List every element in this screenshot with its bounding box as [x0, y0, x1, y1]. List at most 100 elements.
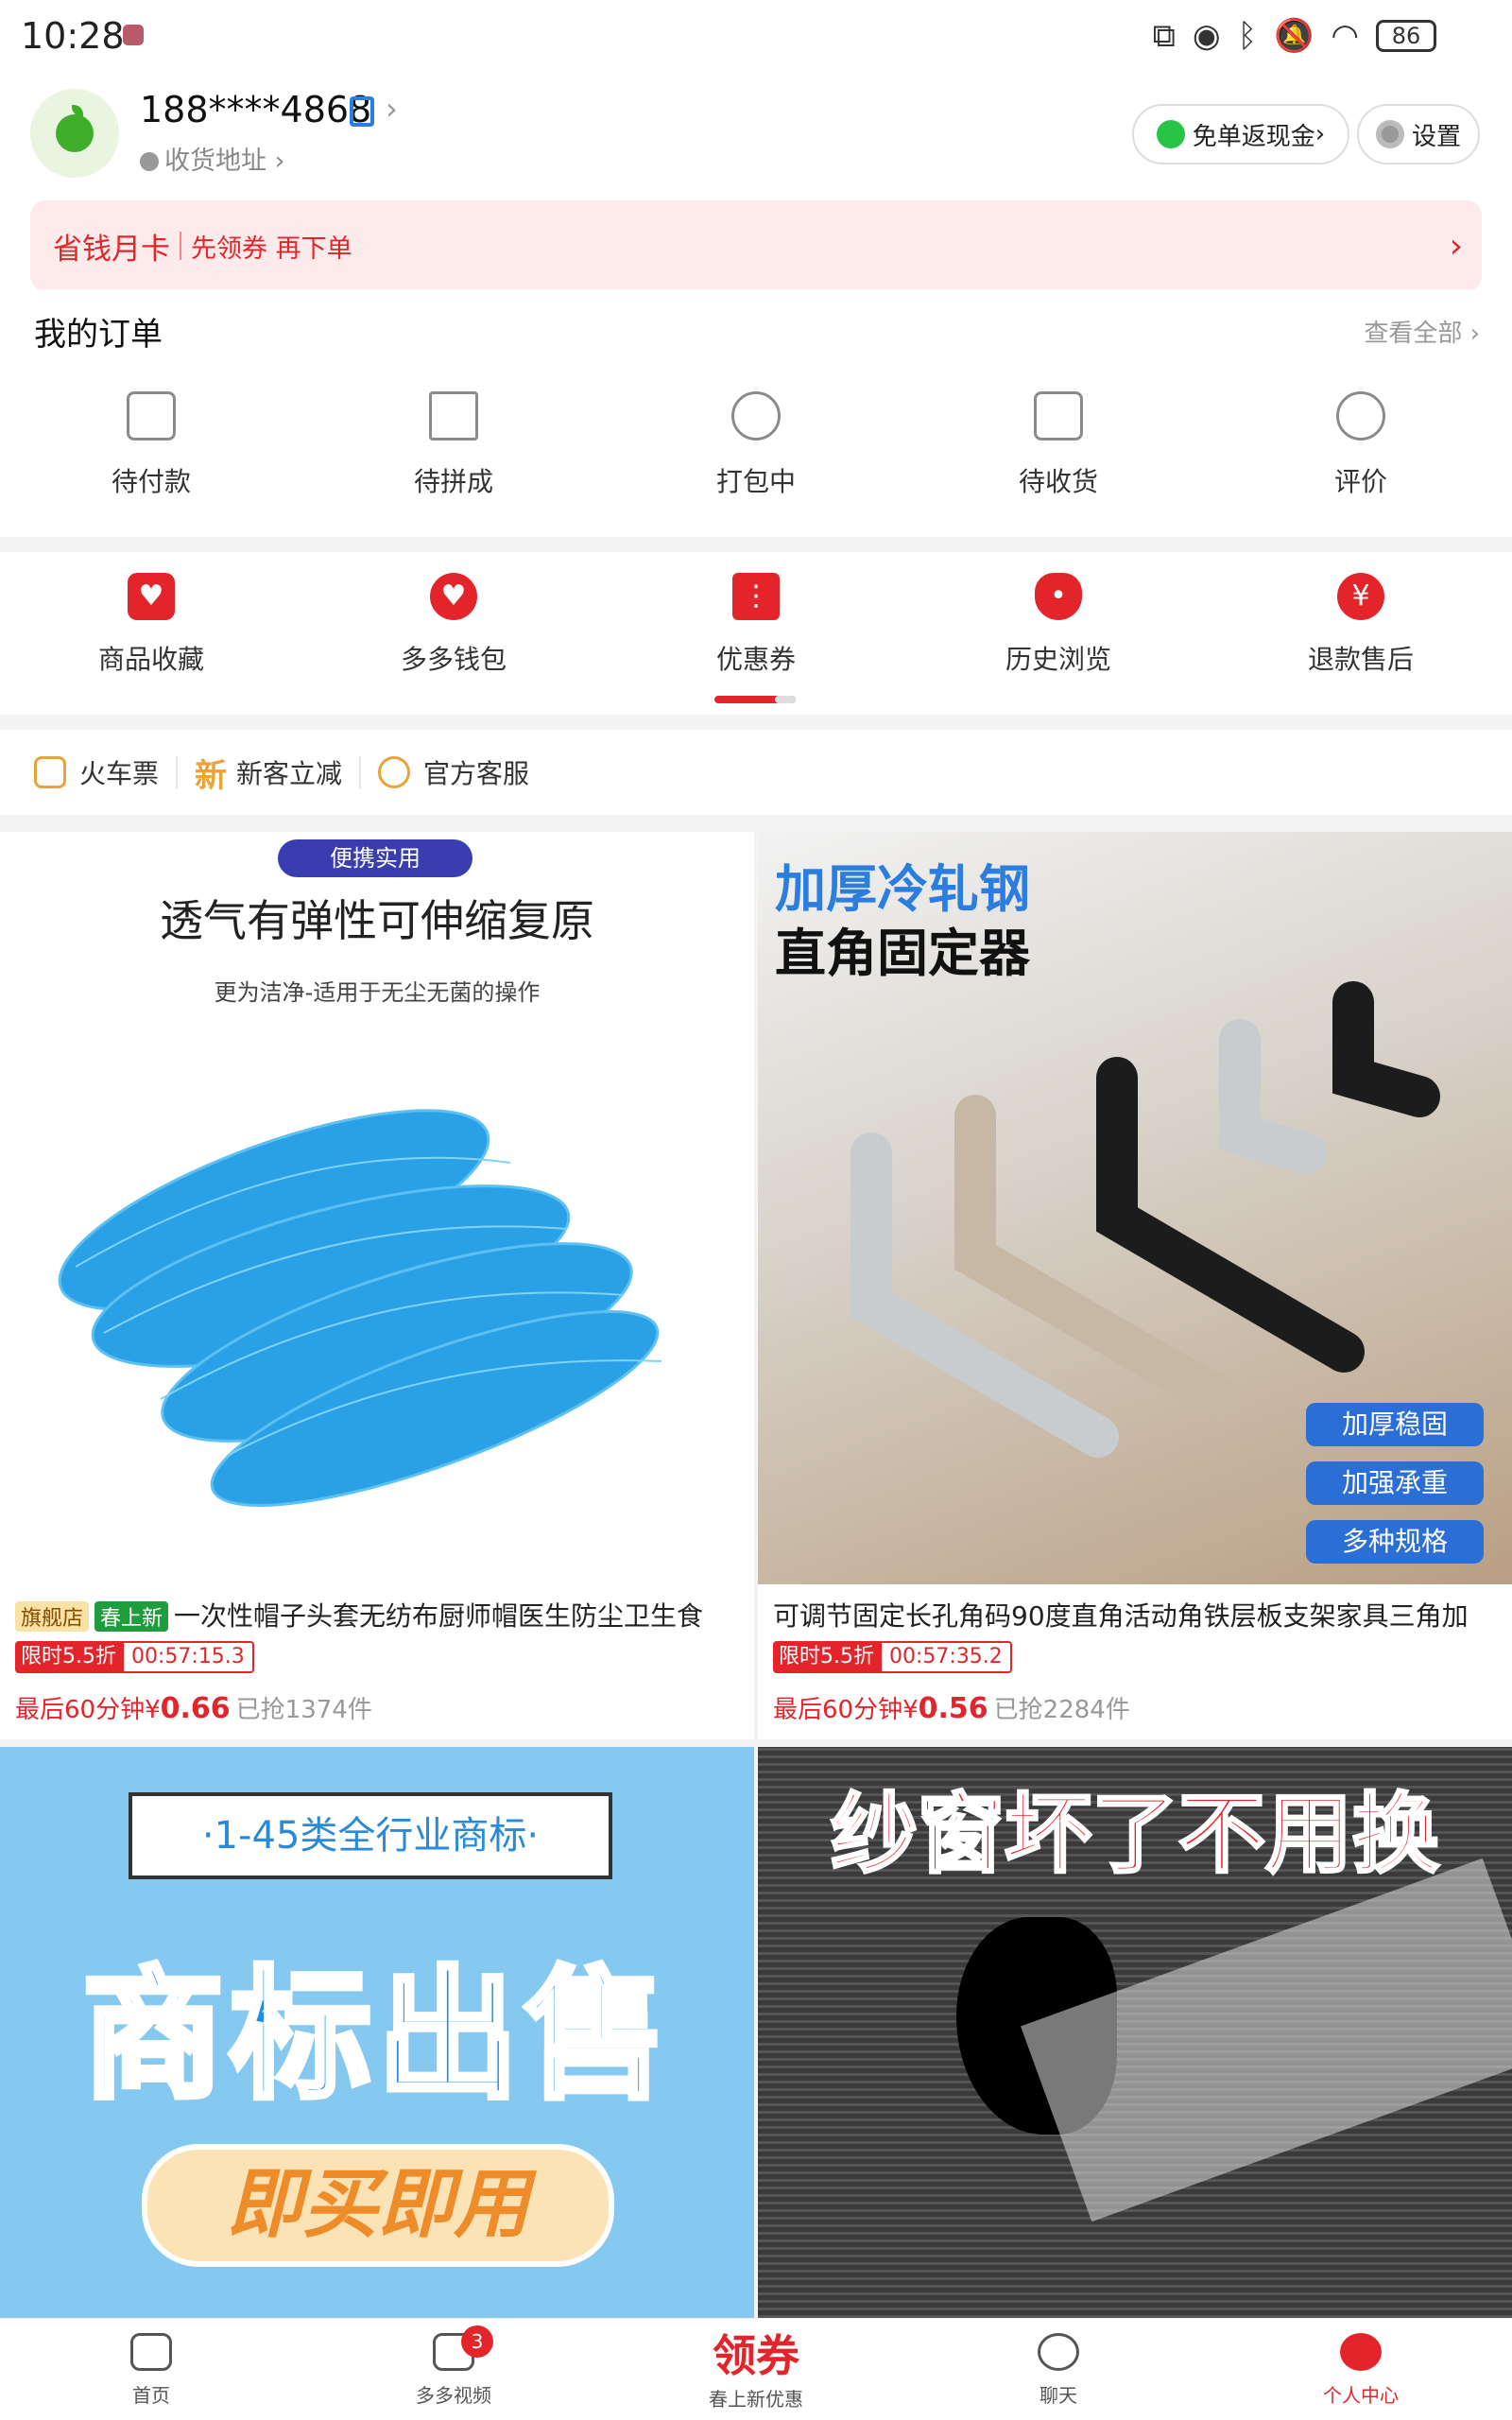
quick-label: 多多钱包 — [400, 644, 507, 675]
flash-sale-badge: 限时5.5折 00:57:15.3 — [15, 1641, 254, 1673]
banner-subtitle: 先领券 再下单 — [191, 233, 352, 264]
settings-button[interactable]: 设置 — [1357, 104, 1480, 164]
new-customer-link[interactable]: 新新客立减 — [195, 750, 342, 796]
order-packing[interactable]: 打包中 — [605, 391, 907, 499]
services-bar: 火车票 新新客立减 官方客服 — [0, 730, 1512, 815]
apple-icon — [56, 105, 94, 152]
order-label: 评价 — [1333, 466, 1387, 497]
patch-tape-illustration — [1021, 1858, 1512, 2222]
favorites-item[interactable]: ♥ 商品收藏 — [0, 573, 302, 677]
nav-label: 聊天 — [1040, 2384, 1077, 2407]
flash-label: 限时5.5折 — [15, 1641, 122, 1673]
cashback-button[interactable]: 免单返现金 › — [1132, 104, 1349, 164]
scroll-indicator-track — [775, 696, 796, 703]
address-link[interactable]: 收货地址 › — [140, 140, 284, 177]
tablet-icon — [350, 96, 374, 127]
brackets-illustration — [850, 981, 1440, 1458]
orders-title: 我的订单 — [34, 316, 163, 354]
nav-chat[interactable]: 聊天 — [907, 2333, 1210, 2408]
settings-label: 设置 — [1411, 122, 1461, 151]
customer-service-link[interactable]: 官方客服 — [378, 753, 529, 791]
chevron-right-icon: › — [386, 91, 398, 127]
bag-icon: ♥ — [128, 573, 175, 620]
phone-number[interactable]: 188****4868 — [140, 89, 371, 130]
image-subtitle: 更为洁净-适用于无尘无菌的操作 — [214, 979, 541, 1006]
banner-divider — [180, 232, 181, 260]
flash-label: 限时5.5折 — [773, 1641, 880, 1673]
ticket-icon: ⋮ — [732, 573, 780, 620]
nav-coupons[interactable]: 领券 春上新优惠 — [605, 2331, 907, 2411]
new-icon: 新 — [195, 756, 228, 795]
countdown-timer: 00:57:35.2 — [880, 1641, 1012, 1673]
order-label: 待付款 — [111, 466, 191, 497]
nav-home[interactable]: 首页 — [0, 2333, 302, 2408]
flagship-tag: 旗舰店 — [15, 1601, 90, 1632]
status-time: 10:28 — [21, 15, 125, 57]
sold-count: 已抢2284件 — [993, 1696, 1130, 1724]
quick-label: 退款售后 — [1307, 644, 1414, 675]
order-pending-receipt[interactable]: 待收货 — [907, 391, 1210, 499]
service-label: 火车票 — [79, 758, 160, 789]
video-badge: 3 — [461, 2325, 493, 2358]
wifi-icon: ◠ — [1331, 17, 1359, 55]
nav-label: 个人中心 — [1323, 2384, 1399, 2407]
star-icon — [1336, 391, 1385, 441]
view-all-label: 查看全部 — [1364, 320, 1463, 348]
product-card[interactable]: 纱窗坏了不用换 — [758, 1747, 1512, 2318]
product-card[interactable]: 便携实用 透气有弹性可伸缩复原 更为洁净-适用于无尘无菌的操作 旗舰店 春上新 一次… — [0, 832, 754, 1739]
wallet-item[interactable]: ♥ 多多钱包 — [302, 573, 605, 677]
order-pending-group[interactable]: 待拼成 — [302, 391, 605, 499]
wallet-icon — [127, 391, 176, 441]
coupon-big-label: 领券 — [713, 2330, 799, 2381]
price-value: 0.56 — [918, 1692, 988, 1725]
quick-label: 商品收藏 — [97, 644, 204, 675]
image-title: 商标出售 — [79, 1951, 672, 2121]
product-title-text: 一次性帽子头套无纺布厨师帽医生防尘卫生食 — [174, 1600, 704, 1632]
profile-icon — [1340, 2333, 1382, 2371]
view-all-link[interactable]: 查看全部 › — [1364, 314, 1480, 349]
coupons-item[interactable]: ⋮ 优惠券 — [605, 573, 907, 677]
product-price: 最后60分钟¥0.66 已抢1374件 — [15, 1690, 372, 1725]
chevron-right-icon: › — [1449, 227, 1463, 266]
quick-label: 历史浏览 — [1005, 644, 1111, 675]
battery-icon: 86 — [1376, 20, 1436, 52]
blue-caps-illustration — [58, 1109, 662, 1507]
countdown-timer: 00:57:15.3 — [122, 1641, 254, 1673]
product-image: 加厚冷轧钢 直角固定器 加厚稳固 加强承重 多种规格 — [758, 832, 1512, 1584]
train-ticket-link[interactable]: 火车票 — [34, 753, 159, 791]
image-tag: 加厚稳固 — [1306, 1403, 1484, 1446]
service-label: 新客立减 — [236, 758, 343, 789]
bluetooth-icon: ᛒ — [1237, 17, 1257, 55]
image-button: 即买即用 — [142, 2144, 614, 2267]
price-value: 0.66 — [160, 1692, 231, 1725]
nav-video[interactable]: 多多视频 — [302, 2333, 605, 2408]
refund-item[interactable]: ¥ 退款售后 — [1210, 573, 1512, 677]
wechat-icon — [1156, 120, 1185, 148]
train-icon — [34, 756, 66, 788]
order-label: 打包中 — [715, 466, 796, 497]
product-card[interactable]: 加厚冷轧钢 直角固定器 加厚稳固 加强承重 多种规格 可调节固定长孔角码90度直… — [758, 832, 1512, 1739]
footprint-icon: • — [1035, 573, 1082, 620]
truck-icon — [1034, 391, 1083, 441]
spring-new-tag: 春上新 — [94, 1601, 169, 1632]
order-label: 待拼成 — [413, 466, 493, 497]
avatar[interactable] — [30, 89, 119, 178]
status-icons: ⧉ ◉ ᛒ 🔕 ◠ 86 — [1153, 17, 1436, 55]
order-pending-payment[interactable]: 待付款 — [0, 391, 302, 499]
nav-label: 春上新优惠 — [709, 2388, 803, 2411]
image-tag: 加强承重 — [1306, 1461, 1484, 1505]
order-review[interactable]: 评价 — [1210, 391, 1512, 499]
savings-card-banner[interactable]: 省钱月卡 先领券 再下单 › — [30, 200, 1482, 291]
image-title: 透气有弹性可伸缩复原 — [160, 895, 594, 946]
gear-icon — [1375, 120, 1404, 148]
history-item[interactable]: • 历史浏览 — [907, 573, 1210, 677]
refund-icon: ¥ — [1337, 573, 1384, 620]
divider — [359, 756, 362, 788]
order-label: 待收货 — [1018, 466, 1098, 497]
image-badge: 便携实用 — [278, 839, 472, 877]
nav-label: 多多视频 — [416, 2384, 491, 2407]
product-card[interactable]: ·1-45类全行业商标· 商标出售 即买即用 — [0, 1747, 754, 2318]
nav-profile[interactable]: 个人中心 — [1210, 2333, 1512, 2408]
cashback-label: 免单返现金 — [1192, 122, 1315, 151]
chat-icon — [1038, 2333, 1079, 2371]
